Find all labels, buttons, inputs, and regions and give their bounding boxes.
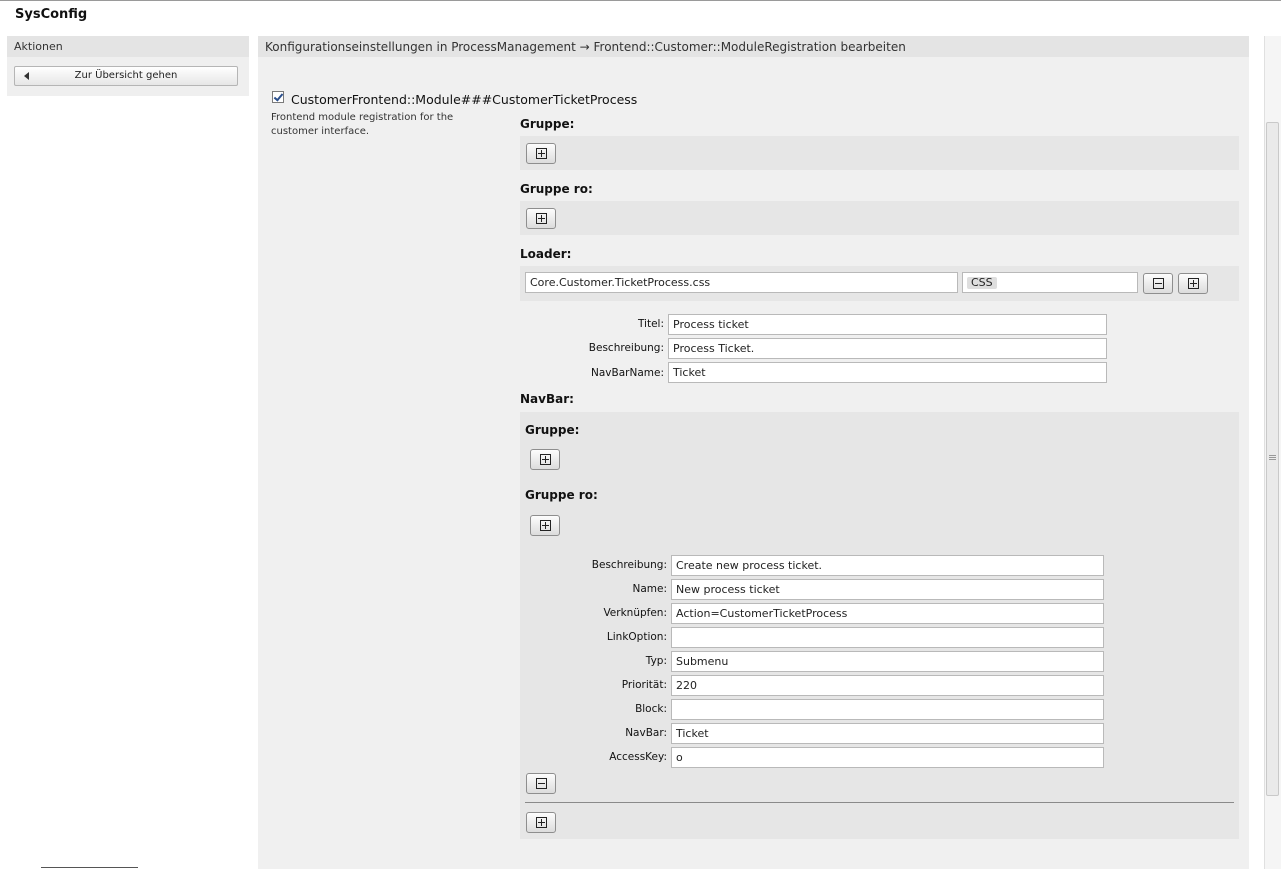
navbar-link-input[interactable]: Action=CustomerTicketProcess — [671, 603, 1104, 624]
plus-square-icon — [536, 148, 547, 159]
plus-square-icon — [1188, 278, 1199, 289]
gruppe-add-button[interactable] — [526, 143, 556, 164]
gruppe-band — [520, 136, 1239, 170]
navbar-prioritaet-input[interactable]: 220 — [671, 675, 1104, 696]
gruppe-ro-add-button[interactable] — [526, 208, 556, 229]
navbar-gruppe-label: Gruppe: — [525, 423, 580, 437]
grip-icon — [1269, 455, 1276, 460]
beschreibung-label: Beschreibung: — [588, 342, 664, 354]
triangle-left-icon — [24, 72, 29, 80]
sidebar: Aktionen Zur Übersicht gehen — [7, 36, 249, 96]
navbar-name-input[interactable]: New process ticket — [671, 579, 1104, 600]
loader-add-button[interactable] — [1178, 273, 1208, 294]
navbar-gruppe-ro-label: Gruppe ro: — [525, 488, 598, 502]
navbar-field-label: Verknüpfen: — [603, 607, 667, 619]
navbar-field-label: AccessKey: — [609, 751, 667, 763]
navbarname-input[interactable]: Ticket — [668, 362, 1107, 383]
navbar-field-label: Priorität: — [621, 679, 667, 691]
setting-name: CustomerFrontend::Module###CustomerTicke… — [291, 92, 638, 107]
navbarname-label: NavBarName: — [591, 367, 664, 379]
setting-description: Frontend module registration for the cus… — [271, 112, 454, 137]
navbar-block-input[interactable] — [671, 699, 1104, 720]
plus-square-icon — [536, 817, 547, 828]
navbar-field-label: NavBar: — [625, 727, 667, 739]
sidebar-divider — [41, 867, 138, 868]
navbar-field-label: Block: — [635, 703, 667, 715]
back-button-label: Zur Übersicht gehen — [74, 70, 178, 81]
navbar-field-label: Name: — [632, 583, 667, 595]
app-title: SysConfig — [15, 7, 88, 22]
titel-label: Titel: — [637, 318, 664, 330]
navbar-divider — [525, 802, 1234, 803]
gruppe-ro-band — [520, 201, 1239, 235]
beschreibung-input[interactable]: Process Ticket. — [668, 338, 1107, 359]
navbar-gruppe-add-button[interactable] — [530, 449, 560, 470]
navbar-accesskey-input[interactable]: o — [671, 747, 1104, 768]
main-header: Konfigurationseinstellungen in ProcessMa… — [258, 36, 1249, 57]
gruppe-ro-label: Gruppe ro: — [520, 182, 593, 196]
minus-square-icon — [1153, 278, 1164, 289]
navbar-typ-input[interactable]: Submenu — [671, 651, 1104, 672]
sidebar-header: Aktionen — [7, 36, 249, 57]
plus-square-icon — [540, 454, 551, 465]
plus-square-icon — [540, 520, 551, 531]
setting-enabled-checkbox[interactable] — [272, 91, 284, 103]
navbar-item-remove-button[interactable] — [526, 773, 556, 794]
navbar-linkoption-input[interactable] — [671, 627, 1104, 648]
plus-square-icon — [536, 213, 547, 224]
navbar-field-label: LinkOption: — [606, 631, 667, 643]
navbar-field-label: Typ: — [645, 655, 667, 667]
top-border — [0, 0, 1281, 1]
loader-label: Loader: — [520, 247, 572, 261]
titel-input[interactable]: Process ticket — [668, 314, 1107, 335]
navbar-label: NavBar: — [520, 392, 574, 406]
navbar-navbar-input[interactable]: Ticket — [671, 723, 1104, 744]
navbar-beschreibung-input[interactable]: Create new process ticket. — [671, 555, 1104, 576]
back-to-overview-button[interactable]: Zur Übersicht gehen — [14, 66, 238, 86]
loader-type-tag: CSS — [967, 277, 997, 289]
navbar-band — [520, 412, 1239, 839]
navbar-field-label: Beschreibung: — [591, 559, 667, 571]
navbar-item-add-button[interactable] — [526, 812, 556, 833]
loader-value-input[interactable]: Core.Customer.TicketProcess.css — [525, 272, 958, 293]
minus-square-icon — [536, 778, 547, 789]
loader-remove-button[interactable] — [1143, 273, 1173, 294]
loader-type-input[interactable]: CSS — [962, 272, 1138, 293]
gruppe-label: Gruppe: — [520, 117, 575, 131]
navbar-gruppe-ro-add-button[interactable] — [530, 515, 560, 536]
